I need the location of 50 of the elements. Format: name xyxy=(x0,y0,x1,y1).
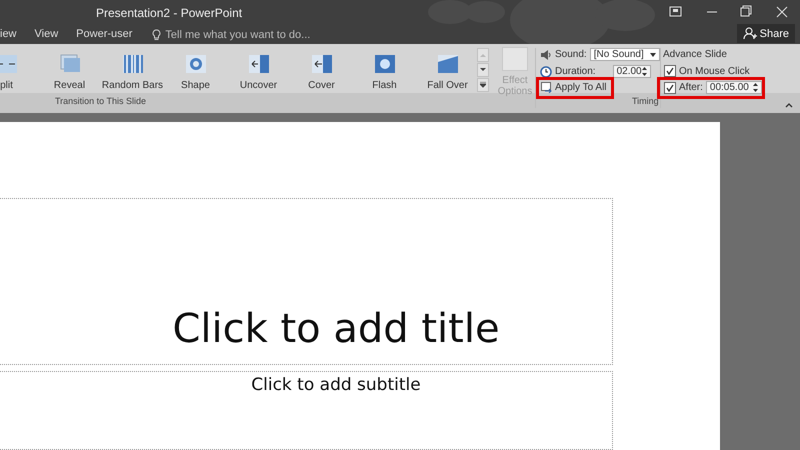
window-title: Presentation2 - PowerPoint xyxy=(96,6,242,20)
transition-option[interactable]: Fall Over xyxy=(416,50,479,93)
clock-icon xyxy=(540,66,552,78)
speaker-icon xyxy=(540,48,552,60)
up-arrow-icon xyxy=(480,53,486,57)
tell-me-field[interactable]: Tell me what you want to do... xyxy=(152,28,310,40)
transition-option[interactable]: Cover xyxy=(290,50,353,93)
spinner-icon xyxy=(752,83,758,92)
ribbon-tab[interactable]: iew xyxy=(0,28,17,42)
spinner-icon xyxy=(642,67,647,76)
transition-icon xyxy=(246,52,270,76)
transition-option[interactable]: plit xyxy=(0,50,38,93)
gallery-more-button[interactable] xyxy=(477,78,489,92)
checkbox-label: After: xyxy=(679,82,703,93)
transition-icon xyxy=(120,52,144,76)
apply-to-all-button[interactable]: Apply To All xyxy=(541,82,607,93)
transition-option[interactable]: Reveal xyxy=(38,50,101,93)
down-arrow-icon xyxy=(480,68,486,72)
checkbox[interactable] xyxy=(664,82,676,94)
checkbox-label: On Mouse Click xyxy=(679,66,750,76)
transition-option[interactable]: Random Bars xyxy=(101,50,164,93)
share-button[interactable]: Share xyxy=(736,24,795,43)
transition-option[interactable]: Shape xyxy=(164,50,227,93)
subtitle-placeholder[interactable]: Click to add subtitle xyxy=(0,370,613,450)
sound-dropdown[interactable]: [No Sound] xyxy=(590,48,660,61)
lightbulb-icon xyxy=(152,28,162,40)
more-arrow-icon xyxy=(480,82,486,88)
dropdown-arrow-icon xyxy=(650,52,656,56)
title-placeholder[interactable]: Click to add title xyxy=(0,198,613,365)
transition-icon xyxy=(184,52,208,76)
effect-options-button: Effect Options xyxy=(494,47,536,97)
gallery-down-button[interactable] xyxy=(477,63,489,77)
group-label: Transition to This Slide xyxy=(55,96,146,106)
person-icon xyxy=(742,27,757,40)
apply-slides-icon xyxy=(541,82,552,93)
checkbox[interactable] xyxy=(664,65,676,77)
transition-icon xyxy=(310,52,334,76)
transition-icon xyxy=(436,52,460,76)
transition-icon xyxy=(372,52,396,76)
transition-option[interactable]: Flash xyxy=(353,50,416,93)
advance-slide-label: Advance Slide xyxy=(663,49,727,60)
transition-option[interactable]: Uncover xyxy=(227,50,290,93)
transition-icon xyxy=(0,52,18,76)
after-time-spinner[interactable]: 00:05.00 xyxy=(706,81,762,94)
duration-spinner[interactable]: 02.00 xyxy=(612,65,651,78)
group-label: Timing xyxy=(632,96,659,106)
sound-label: Sound: xyxy=(555,49,587,60)
duration-label: Duration: xyxy=(555,66,596,77)
ribbon-tab[interactable]: View xyxy=(34,28,58,42)
ribbon-tab[interactable]: Power-user xyxy=(76,28,132,42)
